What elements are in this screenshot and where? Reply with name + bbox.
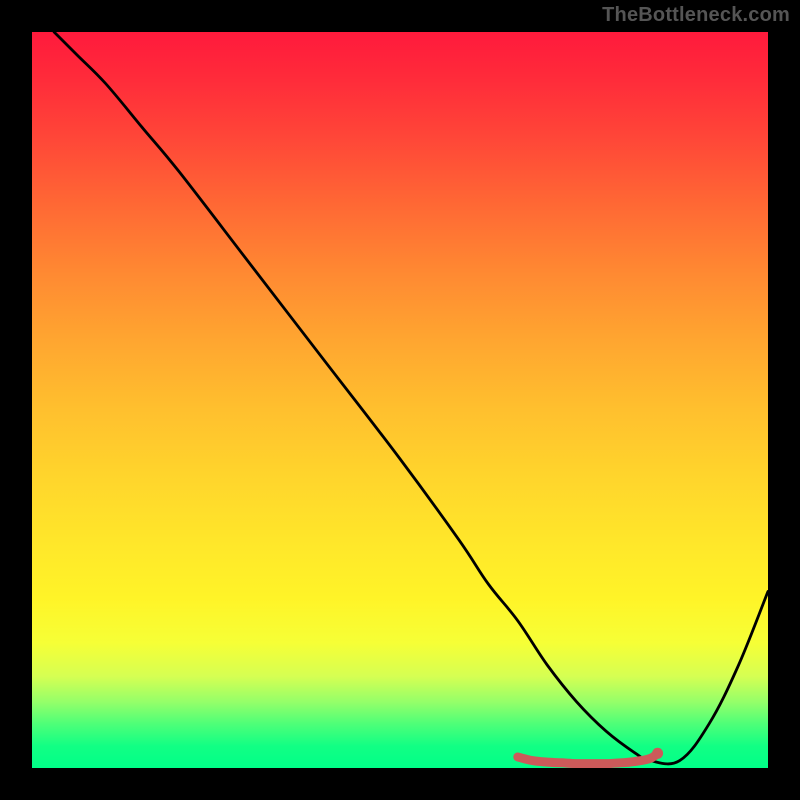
watermark-label: TheBottleneck.com bbox=[602, 4, 790, 27]
plot-area bbox=[32, 32, 768, 768]
marker-end-dot bbox=[652, 748, 663, 759]
bottleneck-curve bbox=[54, 32, 768, 764]
curve-layer bbox=[32, 32, 768, 768]
chart-container: TheBottleneck.com bbox=[0, 0, 800, 800]
